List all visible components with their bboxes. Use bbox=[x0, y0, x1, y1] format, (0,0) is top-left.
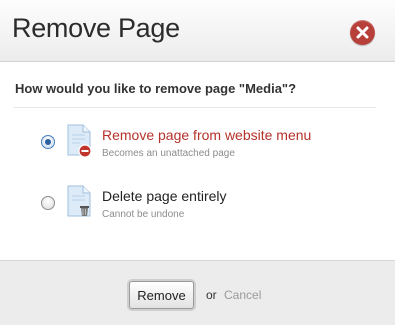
option-delete-entirely[interactable]: Delete page entirely Cannot be undone bbox=[0, 184, 395, 224]
option-label[interactable]: Delete page entirely bbox=[102, 188, 227, 204]
divider bbox=[14, 107, 376, 108]
page-remove-icon bbox=[67, 124, 92, 158]
cancel-link[interactable]: Cancel bbox=[224, 288, 261, 302]
remove-page-dialog: Remove Page How would you like to remove… bbox=[0, 0, 395, 325]
option-remove-from-menu[interactable]: Remove page from website menu Becomes an… bbox=[0, 123, 395, 163]
radio-selected-dot bbox=[45, 139, 51, 145]
remove-question: How would you like to remove page "Media… bbox=[15, 81, 297, 96]
close-button[interactable] bbox=[350, 20, 375, 45]
option-sublabel: Becomes an unattached page bbox=[102, 148, 235, 159]
dialog-title: Remove Page bbox=[12, 13, 180, 43]
remove-button[interactable]: Remove bbox=[129, 281, 194, 309]
close-icon bbox=[356, 26, 369, 39]
option-label[interactable]: Remove page from website menu bbox=[102, 127, 311, 143]
dialog-footer: Remove or Cancel bbox=[0, 260, 395, 325]
option-sublabel: Cannot be undone bbox=[102, 209, 185, 220]
page-trash-icon bbox=[67, 185, 91, 217]
radio-remove-from-menu[interactable] bbox=[41, 135, 55, 149]
dialog-header: Remove Page bbox=[0, 0, 395, 62]
radio-delete-entirely[interactable] bbox=[41, 196, 55, 210]
or-text: or bbox=[206, 288, 217, 302]
